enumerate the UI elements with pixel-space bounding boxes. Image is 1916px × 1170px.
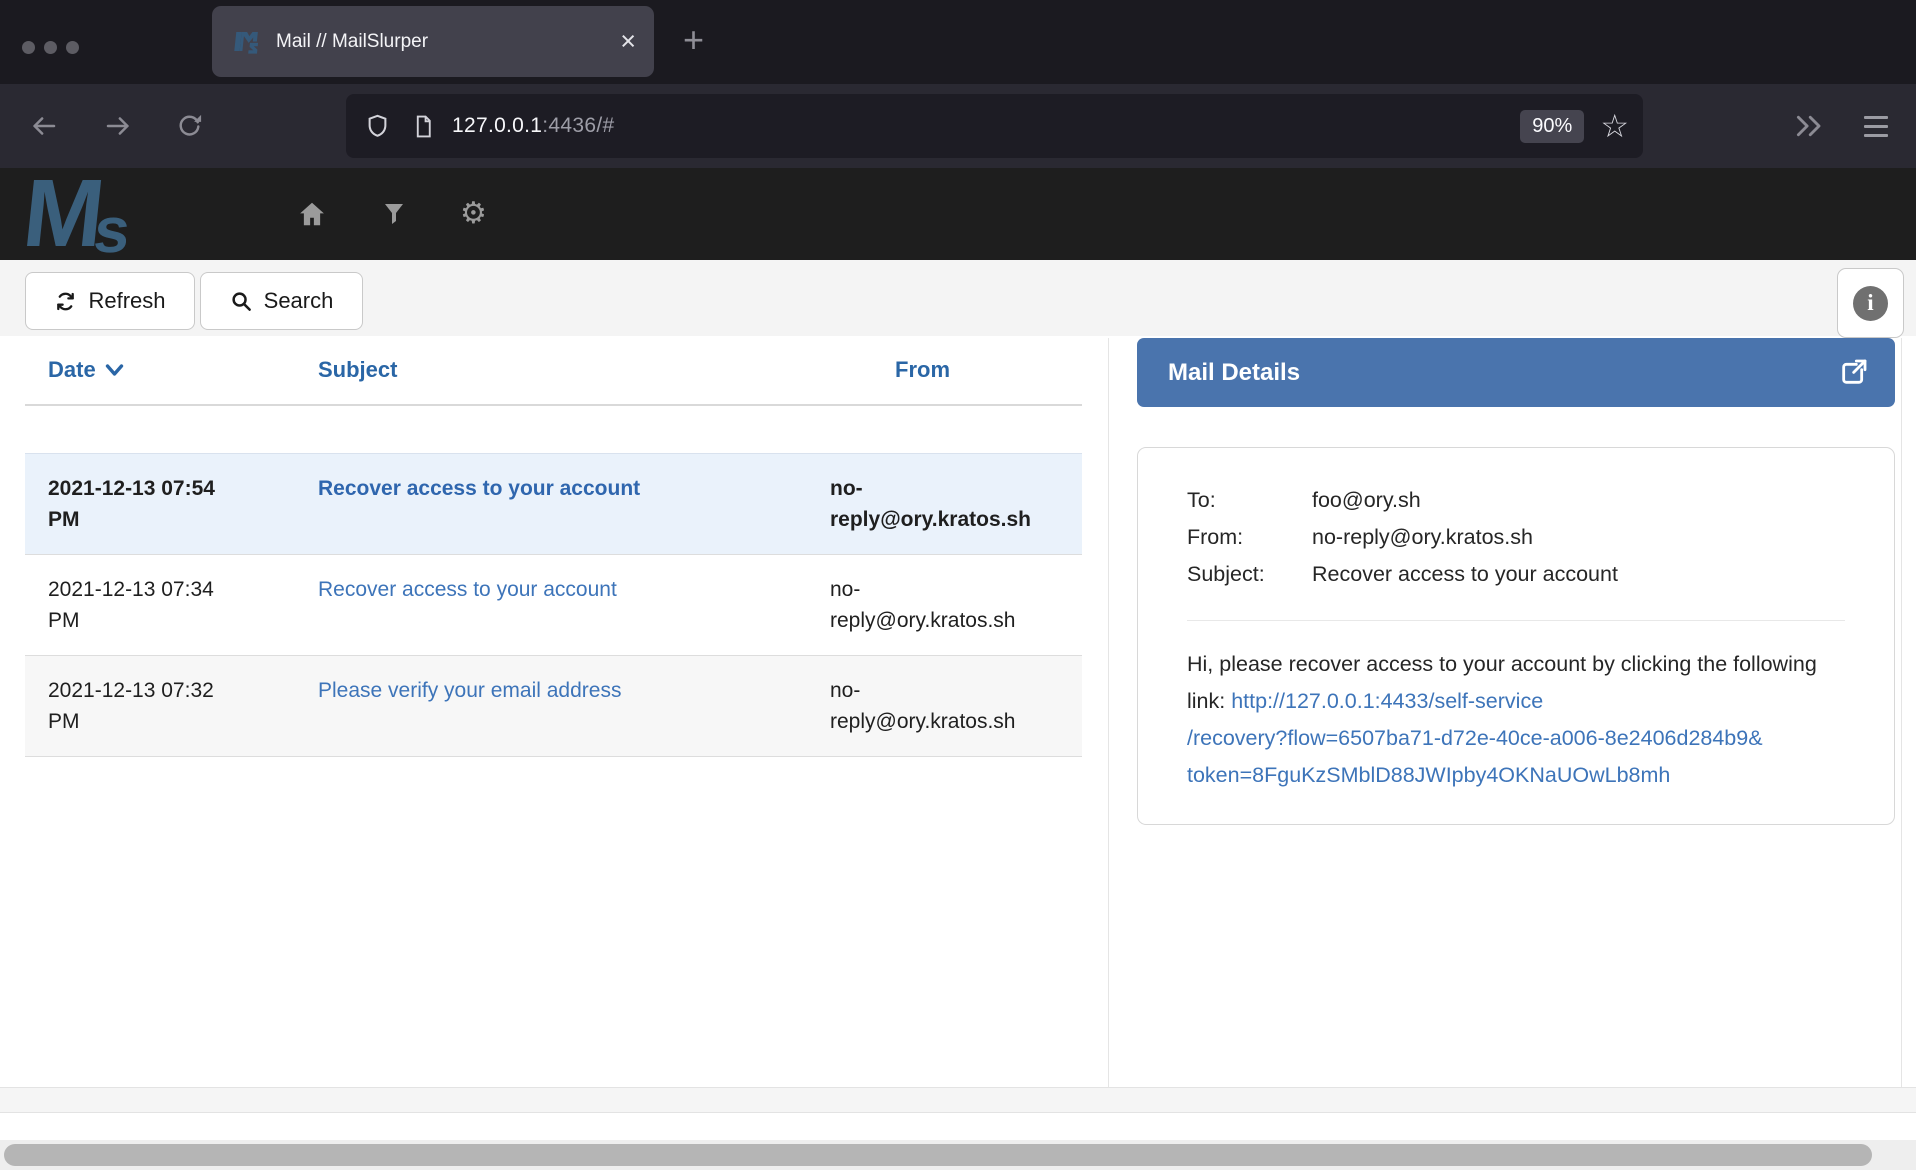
settings-gear-icon[interactable]: ⚙ xyxy=(460,199,487,229)
horizontal-scrollbar[interactable] xyxy=(0,1140,1916,1170)
mail-date: 2021-12-13 07:54 PM xyxy=(25,473,305,535)
new-tab-button[interactable]: + xyxy=(683,22,704,58)
back-arrow-icon xyxy=(29,111,59,141)
browser-window: Mail // MailSlurper × + xyxy=(0,0,1916,1170)
from-label: From: xyxy=(1187,519,1312,556)
panel-divider xyxy=(1108,338,1109,1113)
date-header-label: Date xyxy=(48,357,96,383)
card-divider xyxy=(1187,620,1845,621)
mail-date: 2021-12-13 07:34 PM xyxy=(25,574,305,636)
reload-button[interactable] xyxy=(167,104,211,148)
mail-from: no-reply@ory.kratos.sh xyxy=(817,473,1045,535)
column-header-from[interactable]: From xyxy=(817,357,1045,383)
mailslurper-navbar: M s ⚙ xyxy=(0,168,1916,260)
reload-icon xyxy=(175,112,204,141)
mail-details-header: Mail Details xyxy=(1137,338,1895,407)
window-dot-icon[interactable] xyxy=(22,41,35,54)
field-from: From: no-reply@ory.kratos.sh xyxy=(1187,519,1845,556)
external-link-icon xyxy=(1837,357,1869,389)
mail-body: Hi, please recover access to your accoun… xyxy=(1187,646,1845,794)
search-button[interactable]: Search xyxy=(200,272,363,330)
mail-row[interactable]: 2021-12-13 07:34 PM Recover access to yo… xyxy=(25,555,1082,656)
home-icon[interactable] xyxy=(296,199,328,229)
mail-row[interactable]: 2021-12-13 07:54 PM Recover access to yo… xyxy=(25,453,1082,555)
logo-letter-s: s xyxy=(91,198,133,262)
url-host: 127.0.0.1 xyxy=(452,114,542,137)
mail-subject-link[interactable]: Recover access to your account xyxy=(318,578,617,601)
action-strip: Refresh Search i xyxy=(0,260,1916,336)
mail-from: no-reply@ory.kratos.sh xyxy=(817,675,1045,737)
bookmark-star-icon[interactable]: ☆ xyxy=(1600,110,1629,142)
mailslurper-favicon xyxy=(234,28,261,55)
refresh-label: Refresh xyxy=(88,288,165,314)
overflow-chevrons-icon[interactable] xyxy=(1794,111,1824,141)
mail-list: 2021-12-13 07:54 PM Recover access to yo… xyxy=(25,453,1082,757)
field-to: To: foo@ory.sh xyxy=(1187,482,1845,519)
to-value: foo@ory.sh xyxy=(1312,482,1421,519)
tab-title: Mail // MailSlurper xyxy=(276,31,620,53)
field-subject: Subject: Recover access to your account xyxy=(1187,556,1845,593)
filter-icon[interactable] xyxy=(382,201,406,227)
page-info-icon[interactable] xyxy=(411,114,436,139)
info-button[interactable]: i xyxy=(1837,268,1904,338)
mail-subject-link[interactable]: Recover access to your account xyxy=(318,477,640,500)
tab-close-button[interactable]: × xyxy=(620,28,636,55)
zoom-level-badge[interactable]: 90% xyxy=(1520,110,1584,143)
window-controls[interactable] xyxy=(22,41,79,54)
toolbar-right-group xyxy=(1794,84,1916,168)
bottom-band xyxy=(0,1087,1916,1113)
mail-from: no-reply@ory.kratos.sh xyxy=(817,574,1045,636)
from-value: no-reply@ory.kratos.sh xyxy=(1312,519,1533,556)
mail-details-title: Mail Details xyxy=(1168,359,1837,387)
url-text[interactable]: 127.0.0.1:4436/# xyxy=(452,114,1520,138)
shield-icon[interactable] xyxy=(364,113,391,140)
forward-button[interactable] xyxy=(96,104,140,148)
browser-tab-mailslurper[interactable]: Mail // MailSlurper × xyxy=(212,6,654,77)
recovery-link[interactable]: http://127.0.0.1:4433/self-service/recov… xyxy=(1187,689,1845,794)
back-button[interactable] xyxy=(22,104,66,148)
window-dot-icon[interactable] xyxy=(44,41,57,54)
column-header-date[interactable]: Date xyxy=(25,357,305,383)
horizontal-scrollbar-thumb[interactable] xyxy=(4,1144,1872,1166)
search-label: Search xyxy=(264,288,334,314)
search-icon xyxy=(230,290,253,313)
url-bar[interactable]: 127.0.0.1:4436/# 90% ☆ xyxy=(346,94,1643,158)
navbar-icons: ⚙ xyxy=(296,199,487,229)
app-menu-button[interactable] xyxy=(1864,116,1888,137)
sort-descending-chevron-icon xyxy=(105,363,124,377)
browser-toolbar: 127.0.0.1:4436/# 90% ☆ xyxy=(0,84,1916,168)
mail-subject-link[interactable]: Please verify your email address xyxy=(318,679,621,702)
browser-tabstrip: Mail // MailSlurper × + xyxy=(0,0,1916,84)
mailslurper-logo: M s xyxy=(19,166,239,262)
forward-arrow-icon xyxy=(103,111,133,141)
right-edge-divider xyxy=(1901,338,1902,1113)
to-label: To: xyxy=(1187,482,1312,519)
column-header-subject[interactable]: Subject xyxy=(305,357,817,383)
mail-list-header: Date Subject From xyxy=(25,336,1082,406)
window-dot-icon[interactable] xyxy=(66,41,79,54)
mail-row[interactable]: 2021-12-13 07:32 PM Please verify your e… xyxy=(25,656,1082,757)
mail-details-card: To: foo@ory.sh From: no-reply@ory.kratos… xyxy=(1137,447,1895,825)
url-suffix: :4436/# xyxy=(542,114,614,137)
info-icon: i xyxy=(1853,286,1888,321)
subject-value: Recover access to your account xyxy=(1312,556,1618,593)
open-external-button[interactable] xyxy=(1837,357,1869,389)
refresh-button[interactable]: Refresh xyxy=(25,272,195,330)
subject-label: Subject: xyxy=(1187,556,1312,593)
refresh-icon xyxy=(54,290,77,313)
mail-date: 2021-12-13 07:32 PM xyxy=(25,675,305,737)
